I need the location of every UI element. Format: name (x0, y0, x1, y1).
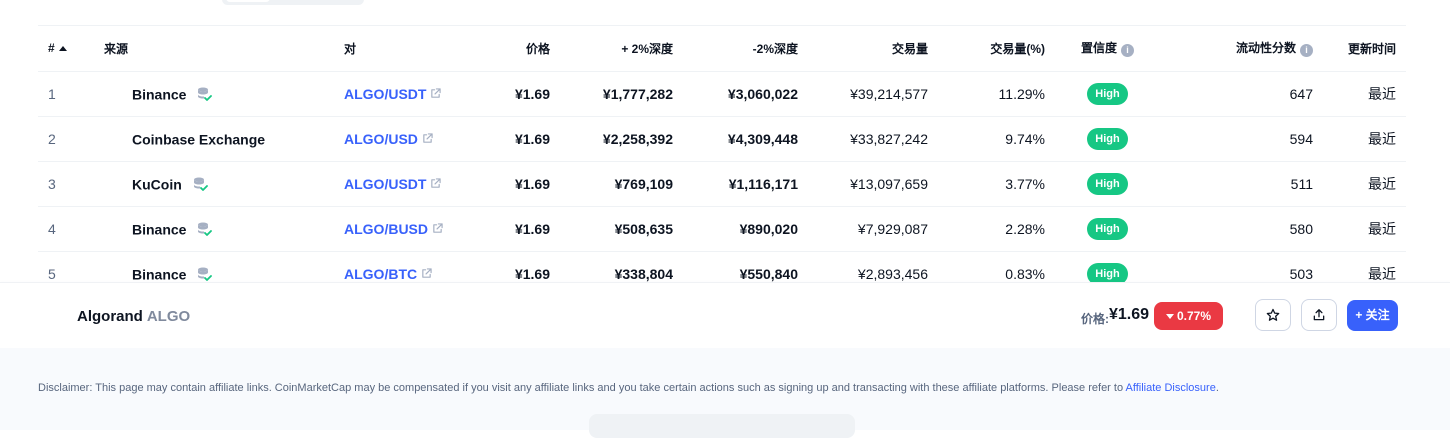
external-link-icon (433, 222, 443, 233)
price-label: 价格: (1081, 312, 1109, 326)
row-source[interactable]: Binance (94, 71, 344, 117)
table-header-row: # 来源 对 价格 + 2%深度 -2%深度 交易量 交易量(%) 置信度 i 流… (38, 26, 1406, 72)
disclaimer-text: Disclaimer: This page may contain affili… (38, 382, 1219, 394)
row-liquidity: 580 (1170, 206, 1313, 252)
header-liquidity[interactable]: 流动性分数 i (1170, 26, 1313, 72)
header-confidence[interactable]: 置信度 i (1045, 26, 1170, 72)
footer-band: Disclaimer: This page may contain affili… (0, 348, 1450, 438)
info-icon[interactable]: i (1121, 44, 1134, 58)
row-price: ¥1.69 (464, 116, 550, 162)
row-confidence: High (1045, 161, 1170, 207)
row-rank: 2 (38, 116, 94, 162)
row-updated: 最近 (1313, 161, 1406, 207)
table-row[interactable]: 1 Binance ALGO/USDT ¥1.69 ¥1,777,282 ¥3,060,0… (38, 71, 1406, 117)
row-pair-link[interactable]: ALGO/USD (344, 116, 464, 162)
verified-exchange-icon (198, 267, 213, 282)
table-row[interactable]: 2 Coinbase Exchange ALGO/USD ¥1.69 ¥2,258,39… (38, 116, 1406, 162)
header-source[interactable]: 来源 (94, 26, 344, 72)
header-pair[interactable]: 对 (344, 26, 464, 72)
row-volume: ¥13,097,659 (798, 161, 928, 207)
row-plus-depth: ¥2,258,392 (550, 116, 673, 162)
table-row[interactable]: 4 Binance ALGO/BUSD ¥1.69 ¥508,635 ¥890,020 ¥7… (38, 206, 1406, 252)
row-volume: ¥33,827,242 (798, 116, 928, 162)
external-link-icon (422, 267, 432, 278)
row-volume-pct: 9.74% (928, 116, 1045, 162)
coin-title: Algorand ALGO (77, 308, 190, 325)
row-minus-depth: ¥3,060,022 (673, 71, 798, 117)
row-volume-pct: 11.29% (928, 71, 1045, 117)
share-icon (1313, 309, 1325, 321)
row-source[interactable]: KuCoin (94, 161, 344, 207)
row-pair-link[interactable]: ALGO/USDT (344, 161, 464, 207)
row-volume: ¥7,929,087 (798, 206, 928, 252)
row-volume-pct: 3.77% (928, 161, 1045, 207)
header-minus-depth[interactable]: -2%深度 (673, 26, 798, 72)
row-rank: 1 (38, 71, 94, 117)
row-price: ¥1.69 (464, 206, 550, 252)
row-rank: 4 (38, 206, 94, 252)
row-confidence: High (1045, 71, 1170, 117)
row-pair-link[interactable]: ALGO/BUSD (344, 206, 464, 252)
price-value: ¥1.69 (1109, 306, 1150, 323)
row-source[interactable]: Coinbase Exchange (94, 116, 344, 162)
external-link-icon (431, 177, 442, 188)
coin-name: Algorand (77, 308, 143, 325)
follow-button[interactable]: + 关注 (1347, 300, 1398, 331)
row-confidence: High (1045, 206, 1170, 252)
watchlist-star-button[interactable] (1255, 299, 1291, 331)
row-plus-depth: ¥508,635 (550, 206, 673, 252)
row-liquidity: 594 (1170, 116, 1313, 162)
header-volume[interactable]: 交易量 (798, 26, 928, 72)
row-source[interactable]: Binance (94, 206, 344, 252)
row-pair-link[interactable]: ALGO/USDT (344, 71, 464, 117)
row-plus-depth: ¥769,109 (550, 161, 673, 207)
row-rank: 3 (38, 161, 94, 207)
header-updated[interactable]: 更新时间 (1313, 26, 1406, 72)
verified-exchange-icon (198, 222, 213, 237)
external-link-icon (431, 87, 442, 98)
header-price[interactable]: 价格 (464, 26, 550, 72)
bottom-panel (589, 414, 855, 438)
confidence-badge: High (1087, 172, 1128, 195)
sort-up-icon (58, 46, 67, 52)
row-plus-depth: ¥1,777,282 (550, 71, 673, 117)
segmented-control-active[interactable] (226, 0, 270, 2)
header-rank[interactable]: # (38, 26, 94, 72)
row-volume: ¥39,214,577 (798, 71, 928, 117)
markets-table: # 来源 对 价格 + 2%深度 -2%深度 交易量 交易量(%) 置信度 i 流… (38, 26, 1406, 297)
row-price: ¥1.69 (464, 161, 550, 207)
row-minus-depth: ¥890,020 (673, 206, 798, 252)
row-updated: 最近 (1313, 116, 1406, 162)
share-button[interactable] (1301, 299, 1337, 331)
top-strip (0, 0, 1450, 26)
confidence-badge: High (1087, 217, 1128, 240)
caret-down-icon (1165, 314, 1174, 319)
header-volume-pct[interactable]: 交易量(%) (928, 26, 1045, 72)
info-icon[interactable]: i (1300, 44, 1313, 58)
external-link-icon (423, 132, 433, 143)
price-change-badge: 0.77% (1154, 302, 1223, 330)
row-updated: 最近 (1313, 206, 1406, 252)
row-confidence: High (1045, 116, 1170, 162)
table-row[interactable]: 3 KuCoin ALGO/USDT ¥1.69 ¥769,109 ¥1,116,171 ¥… (38, 161, 1406, 207)
confidence-badge: High (1087, 127, 1128, 150)
row-liquidity: 647 (1170, 71, 1313, 117)
row-liquidity: 511 (1170, 161, 1313, 207)
affiliate-disclosure-link[interactable]: Affiliate Disclosure (1126, 382, 1216, 394)
confidence-badge: High (1087, 82, 1128, 105)
row-minus-depth: ¥4,309,448 (673, 116, 798, 162)
header-plus-depth[interactable]: + 2%深度 (550, 26, 673, 72)
verified-exchange-icon (193, 177, 208, 192)
sticky-coin-bar: Algorand ALGO 价格: ¥1.69 0.77% + 关注 (0, 282, 1450, 348)
row-minus-depth: ¥1,116,171 (673, 161, 798, 207)
row-volume-pct: 2.28% (928, 206, 1045, 252)
coin-symbol: ALGO (146, 308, 191, 325)
row-price: ¥1.69 (464, 71, 550, 117)
row-updated: 最近 (1313, 71, 1406, 117)
star-icon (1266, 308, 1280, 321)
verified-exchange-icon (198, 87, 213, 102)
